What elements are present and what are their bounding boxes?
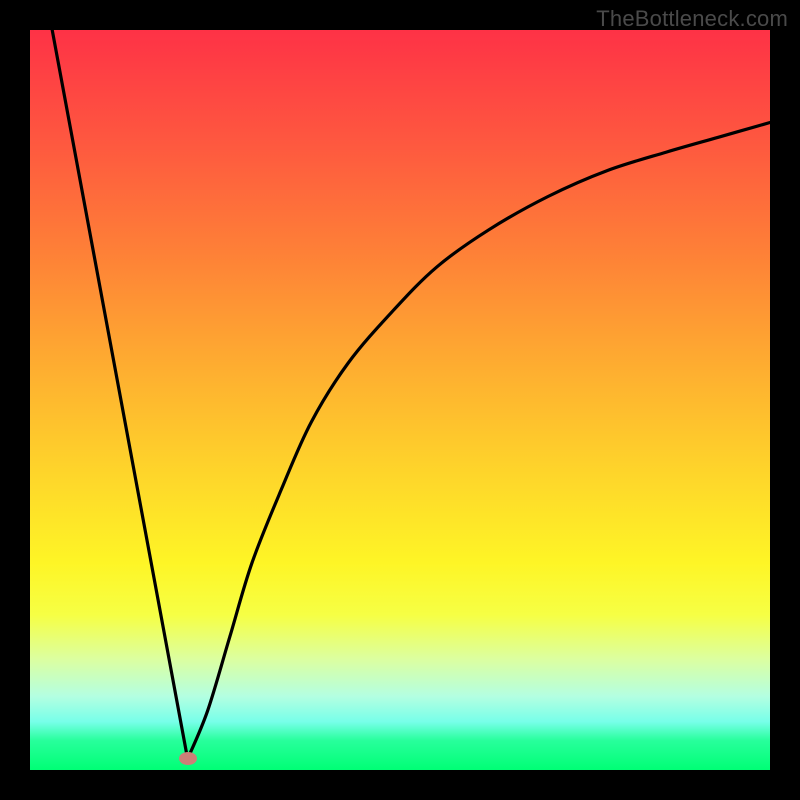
chart-frame: TheBottleneck.com xyxy=(0,0,800,800)
curve-svg xyxy=(30,30,770,770)
watermark-text: TheBottleneck.com xyxy=(596,6,788,32)
plot-area xyxy=(30,30,770,770)
curve-path xyxy=(52,30,770,759)
